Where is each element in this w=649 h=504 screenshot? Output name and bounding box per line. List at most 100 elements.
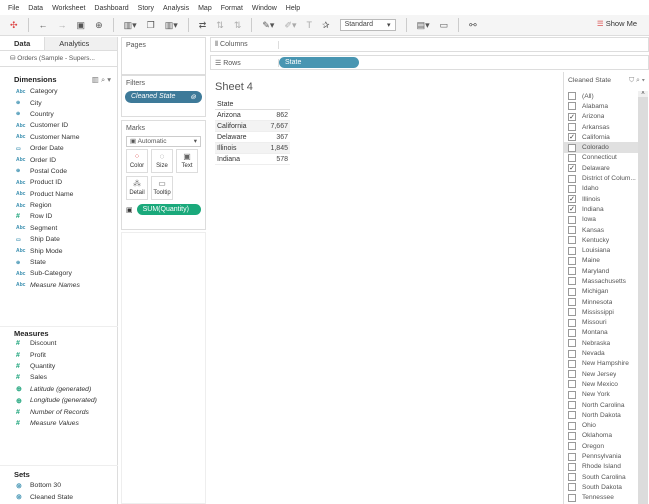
- checkbox-unchecked[interactable]: [568, 473, 576, 482]
- filter-item[interactable]: Rhode Island: [564, 462, 638, 472]
- menu-format[interactable]: Format: [221, 5, 243, 12]
- checkbox-unchecked[interactable]: [568, 328, 576, 337]
- field-item[interactable]: Abc Customer Name: [0, 132, 117, 143]
- checkbox-unchecked[interactable]: [568, 287, 576, 296]
- field-item[interactable]: ⊚ Cleaned State: [0, 491, 118, 502]
- field-item[interactable]: Abc Customer ID: [0, 120, 117, 131]
- filter-item[interactable]: Louisiana: [564, 245, 638, 255]
- quantity-cell[interactable]: 1,845: [261, 143, 290, 154]
- checkbox-checked[interactable]: ✓: [568, 112, 576, 121]
- scrollbar[interactable]: ˄: [638, 91, 648, 504]
- checkbox-unchecked[interactable]: [568, 411, 576, 420]
- dimensions-tools-icon[interactable]: ▥ ⌕ ▾: [92, 75, 111, 85]
- filter-item[interactable]: Maryland: [564, 266, 638, 276]
- field-item[interactable]: Abc Sub-Category: [0, 268, 117, 279]
- checkbox-unchecked[interactable]: [568, 236, 576, 245]
- checkbox-unchecked[interactable]: [568, 462, 576, 471]
- forward-icon[interactable]: →: [58, 20, 67, 30]
- color-button[interactable]: ⁘ Color: [126, 149, 148, 173]
- checkbox-unchecked[interactable]: [568, 359, 576, 368]
- menu-dashboard[interactable]: Dashboard: [94, 5, 128, 12]
- pages-card[interactable]: Pages: [121, 37, 206, 75]
- filter-item[interactable]: New Hampshire: [564, 359, 638, 369]
- show-cards-icon[interactable]: ▤▾: [417, 20, 430, 31]
- field-item[interactable]: Abc Region: [0, 200, 117, 211]
- menu-worksheet[interactable]: Worksheet: [52, 5, 85, 12]
- filter-item[interactable]: Colorado: [564, 142, 638, 153]
- menu-data[interactable]: Data: [28, 5, 43, 12]
- size-button[interactable]: ◌ Size: [151, 149, 173, 173]
- checkbox-unchecked[interactable]: [568, 153, 576, 162]
- filter-item[interactable]: Maine: [564, 256, 638, 266]
- menu-help[interactable]: Help: [286, 5, 300, 12]
- group-icon[interactable]: ✐▾: [284, 20, 296, 31]
- filter-item[interactable]: Massachusetts: [564, 276, 638, 286]
- filter-item[interactable]: ✓ Illinois: [564, 194, 638, 204]
- filter-item[interactable]: South Dakota: [564, 482, 638, 492]
- filter-item[interactable]: Ohio: [564, 421, 638, 431]
- filter-item[interactable]: Kansas: [564, 225, 638, 235]
- sort-asc-icon[interactable]: ⇅: [216, 20, 224, 31]
- field-item[interactable]: ⊕ Country: [0, 109, 117, 120]
- checkbox-unchecked[interactable]: [568, 308, 576, 317]
- menu-analysis[interactable]: Analysis: [163, 5, 189, 12]
- checkbox-checked[interactable]: ✓: [568, 164, 576, 173]
- field-item[interactable]: Abc Product Name: [0, 189, 117, 200]
- checkbox-unchecked[interactable]: [568, 215, 576, 224]
- filter-item[interactable]: North Dakota: [564, 410, 638, 420]
- field-item[interactable]: # Quantity: [0, 361, 118, 372]
- filter-item[interactable]: Pennsylvania: [564, 451, 638, 461]
- quantity-cell[interactable]: 7,667: [261, 121, 290, 132]
- field-item[interactable]: Abc Product ID: [0, 177, 117, 188]
- filter-item[interactable]: Kentucky: [564, 235, 638, 245]
- tab-analytics[interactable]: Analytics: [44, 37, 117, 50]
- filter-item[interactable]: Idaho: [564, 184, 638, 194]
- state-cell[interactable]: Illinois: [215, 143, 261, 154]
- checkbox-unchecked[interactable]: [568, 298, 576, 307]
- checkbox-unchecked[interactable]: [568, 370, 576, 379]
- checkbox-unchecked[interactable]: [568, 102, 576, 111]
- filter-item[interactable]: New Jersey: [564, 369, 638, 379]
- filter-item[interactable]: ✓ Arizona: [564, 112, 638, 122]
- checkbox-unchecked[interactable]: [568, 246, 576, 255]
- checkbox-checked[interactable]: ✓: [568, 133, 576, 142]
- filter-item[interactable]: Arkansas: [564, 122, 638, 132]
- filter-item[interactable]: Minnesota: [564, 297, 638, 307]
- clear-icon[interactable]: ▥▾: [165, 20, 178, 31]
- field-item[interactable]: # Measure Values: [0, 418, 118, 429]
- fit-select[interactable]: Standard ▾: [339, 19, 396, 31]
- checkbox-unchecked[interactable]: [568, 277, 576, 286]
- state-cell[interactable]: Indiana: [215, 154, 261, 165]
- quantity-cell[interactable]: 862: [261, 110, 290, 121]
- quantity-cell[interactable]: 367: [261, 132, 290, 143]
- filter-item[interactable]: Montana: [564, 328, 638, 338]
- filter-item[interactable]: Alabama: [564, 101, 638, 111]
- filter-item[interactable]: Iowa: [564, 215, 638, 225]
- rows-pill-state[interactable]: State: [279, 57, 359, 68]
- filter-item[interactable]: Connecticut: [564, 153, 638, 163]
- field-item[interactable]: Abc Segment: [0, 223, 117, 234]
- filter-pill-cleaned-state[interactable]: Cleaned State ⊚: [125, 91, 202, 103]
- filter-item[interactable]: Nebraska: [564, 338, 638, 348]
- filter-item[interactable]: Mississippi: [564, 307, 638, 317]
- field-item[interactable]: ▭ Ship Date: [0, 234, 117, 245]
- label-icon[interactable]: T: [307, 20, 313, 30]
- show-me-button[interactable]: ☰ Show Me: [597, 19, 637, 28]
- checkbox-unchecked[interactable]: [568, 318, 576, 327]
- field-item[interactable]: ⊕ Postal Code: [0, 166, 117, 177]
- field-item[interactable]: ⊕ Latitude (generated): [0, 384, 118, 395]
- filter-item[interactable]: New Mexico: [564, 379, 638, 389]
- state-cell[interactable]: Delaware: [215, 132, 261, 143]
- field-item[interactable]: ⊚ Bottom 30: [0, 480, 118, 491]
- rows-shelf[interactable]: ☰ Rows State: [210, 55, 649, 70]
- state-cell[interactable]: California: [215, 121, 261, 132]
- duplicate-icon[interactable]: ❐: [147, 20, 155, 31]
- filter-item[interactable]: District of Colum...: [564, 173, 638, 183]
- field-item[interactable]: # Discount: [0, 338, 118, 349]
- checkbox-unchecked[interactable]: [568, 442, 576, 451]
- filter-menu-icon[interactable]: ⛉ ⌕ ▾: [629, 77, 645, 85]
- filter-item[interactable]: (All): [564, 91, 638, 101]
- filter-item[interactable]: Oklahoma: [564, 431, 638, 441]
- filter-item[interactable]: Nevada: [564, 348, 638, 358]
- checkbox-checked[interactable]: ✓: [568, 195, 576, 204]
